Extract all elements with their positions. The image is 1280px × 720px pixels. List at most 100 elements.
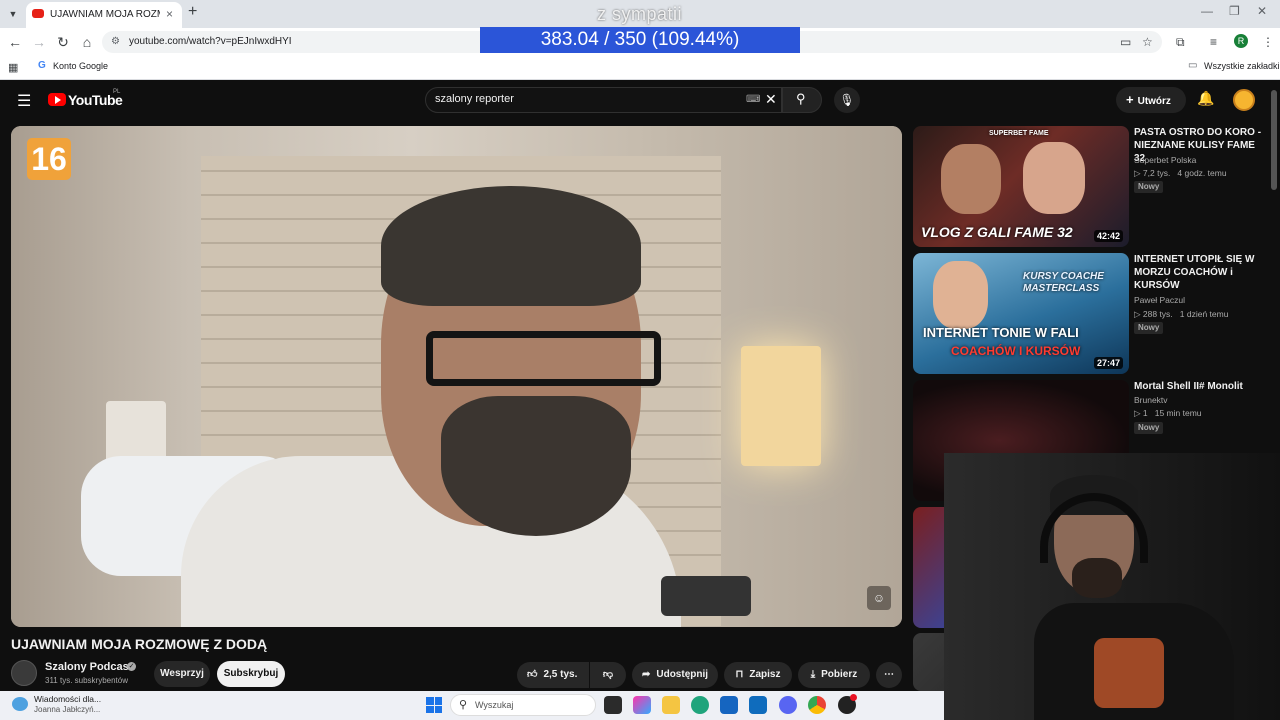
video-title: UJAWNIAM MOJA ROZMOWĘ Z DODĄ [11, 636, 268, 652]
video-frame-hair [381, 186, 641, 306]
voice-search-mic-icon[interactable]: 🎙 [834, 87, 860, 113]
thumbs-up-icon: 👍︎ [527, 669, 538, 680]
video-frame-beard [441, 396, 631, 536]
outlook-icon[interactable] [720, 696, 738, 714]
reload-icon[interactable]: ↻ [54, 34, 72, 51]
stream-overlay-text: z sympatii [597, 4, 683, 24]
copilot-icon[interactable] [633, 696, 651, 714]
tab-search-button[interactable]: ▼ [4, 5, 22, 23]
menu-icon[interactable]: ☰ [17, 91, 31, 111]
bookmark-label: Konto Google [53, 61, 109, 71]
subscribe-button[interactable]: Subskrybuj [217, 661, 285, 687]
share-button[interactable]: ➦ Udostępnij [632, 662, 718, 688]
views-icon: ▷ [1134, 309, 1143, 319]
taskbar-search[interactable]: ⚲ Wyszukaj [450, 694, 596, 716]
upload-age: 15 min temu [1154, 408, 1202, 418]
bookmark-google-account[interactable]: G Konto Google [38, 60, 109, 71]
thumbnail-person [933, 261, 988, 329]
windows-start-icon[interactable] [426, 697, 442, 713]
webcam-shirt-print [1094, 638, 1164, 708]
cast-icon[interactable]: ▭ [1120, 35, 1131, 49]
windows-taskbar: Wiadomości dla... Joanna Jabłczyń... ⚲ W… [0, 691, 944, 720]
site-info-icon[interactable]: ⚙ [111, 36, 120, 47]
channel-avatar[interactable] [11, 660, 37, 686]
channel-name[interactable]: Szalony Podcast [45, 661, 132, 673]
file-explorer-icon[interactable] [662, 696, 680, 714]
recommendation-channel[interactable]: Brunektv [1134, 395, 1168, 405]
folder-icon: ▭ [1188, 60, 1198, 71]
new-badge: Nowy [1134, 181, 1164, 193]
recommendation-thumbnail[interactable]: SUPERBET FAME VLOG Z GALI FAME 32 42:42 [913, 126, 1129, 247]
thumbnail-person-left [941, 144, 1001, 214]
new-badge: Nowy [1134, 422, 1164, 434]
recommendation-title[interactable]: Mortal Shell II# Monolit [1134, 380, 1264, 393]
page-scrollbar[interactable] [1271, 90, 1277, 190]
video-player[interactable]: 16 ☺ [11, 126, 902, 627]
meta-separator [1173, 309, 1180, 319]
recommendation-title[interactable]: INTERNET UTOPIŁ SIĘ W MORZU COACHÓW i KU… [1134, 253, 1264, 292]
clear-search-icon[interactable]: ✕ [765, 91, 777, 108]
save-button[interactable]: ⊓ Zapisz [724, 662, 792, 688]
bookmark-icon: ⊓ [735, 669, 744, 680]
back-icon[interactable]: ← [6, 34, 24, 50]
reading-list-icon[interactable]: ≡ [1210, 35, 1217, 49]
task-view-icon[interactable] [604, 696, 622, 714]
like-count: 2,5 tys. [543, 669, 578, 680]
video-duration: 42:42 [1093, 230, 1123, 242]
search-button[interactable]: ⚲ [782, 87, 822, 113]
new-tab-button[interactable]: + [188, 3, 197, 21]
search-input[interactable]: szalony reporter ⌨ ✕ [425, 87, 782, 113]
edge-browser-icon[interactable] [691, 696, 709, 714]
more-actions-button[interactable]: ⋯ [876, 662, 902, 688]
home-icon[interactable]: ⌂ [78, 34, 96, 50]
thumbnail-words: KURSY COACHE MASTERCLASS [1023, 271, 1104, 294]
channel-watermark-icon[interactable]: ☺ [867, 586, 891, 610]
news-widget-title[interactable]: Wiadomości dla... [34, 694, 101, 704]
news-widget-icon[interactable] [12, 697, 28, 711]
maximize-window-icon[interactable]: ❐ [1229, 4, 1240, 18]
like-button[interactable]: 👍︎ 2,5 tys. [517, 662, 589, 688]
donation-goal-counter: 383.04 / 350 (109.44%) [480, 27, 800, 53]
create-button[interactable]: + Utwórz [1116, 87, 1186, 113]
account-avatar[interactable] [1233, 89, 1255, 111]
bookmark-star-icon[interactable]: ☆ [1142, 35, 1153, 49]
video-frame-lamp [741, 346, 821, 466]
thumbnail-caption-line1: INTERNET TONIE W FALI [923, 325, 1079, 340]
store-icon[interactable] [749, 696, 767, 714]
recommendation-meta: ▷ 7,2 tys. 4 godz. temu [1134, 168, 1227, 179]
forward-icon[interactable]: → [30, 34, 48, 50]
video-frame-glasses [426, 331, 661, 386]
age-rating-badge: 16 [27, 138, 71, 180]
upload-age: 4 godz. temu [1177, 168, 1227, 178]
discord-icon[interactable] [779, 696, 797, 714]
minimize-window-icon[interactable]: — [1201, 4, 1213, 18]
search-query: szalony reporter [435, 93, 514, 105]
youtube-favicon-icon [32, 9, 44, 18]
close-window-icon[interactable]: ✕ [1257, 4, 1267, 18]
keyboard-icon[interactable]: ⌨ [746, 94, 760, 105]
recommendation-thumbnail[interactable]: KURSY COACHE MASTERCLASS INTERNET TONIE … [913, 253, 1129, 374]
chrome-icon[interactable] [808, 696, 826, 714]
apps-grid-icon[interactable]: ▦ [8, 61, 18, 74]
download-button[interactable]: ⤓ Pobierz [798, 662, 870, 688]
streamer-webcam [944, 453, 1280, 720]
browser-menu-icon[interactable]: ⋮ [1262, 35, 1274, 49]
play-triangle-icon [55, 96, 61, 104]
extensions-icon[interactable]: ⧉ [1176, 35, 1185, 50]
browser-tab[interactable]: UJAWNIAM MOJA ROZMOWĘ Z DODĄ × [26, 2, 182, 28]
thumbnail-top-text: SUPERBET FAME [989, 130, 1049, 137]
all-bookmarks-folder[interactable]: ▭ Wszystkie zakładki [1188, 60, 1280, 71]
recommendation-channel[interactable]: Superbet Polska [1134, 155, 1196, 165]
share-label: Udostępnij [656, 669, 709, 680]
dislike-button[interactable]: 👎︎ [590, 662, 626, 688]
tab-close-icon[interactable]: × [166, 7, 173, 21]
tab-title: UJAWNIAM MOJA ROZMOWĘ Z DODĄ [50, 9, 160, 20]
profile-avatar[interactable]: R [1234, 34, 1248, 48]
support-button[interactable]: Wesprzyj [154, 661, 210, 687]
upload-age: 1 dzień temu [1179, 309, 1229, 319]
bookmarks-bar: ▦ G Konto Google ▭ Wszystkie zakładki [0, 56, 1280, 80]
views-icon: ▷ [1134, 408, 1143, 418]
url-text: youtube.com/watch?v=pEJnIwxdHYI [129, 36, 292, 47]
notifications-bell-icon[interactable]: 🔔 [1197, 90, 1214, 107]
recommendation-channel[interactable]: Paweł Paczul [1134, 295, 1185, 305]
